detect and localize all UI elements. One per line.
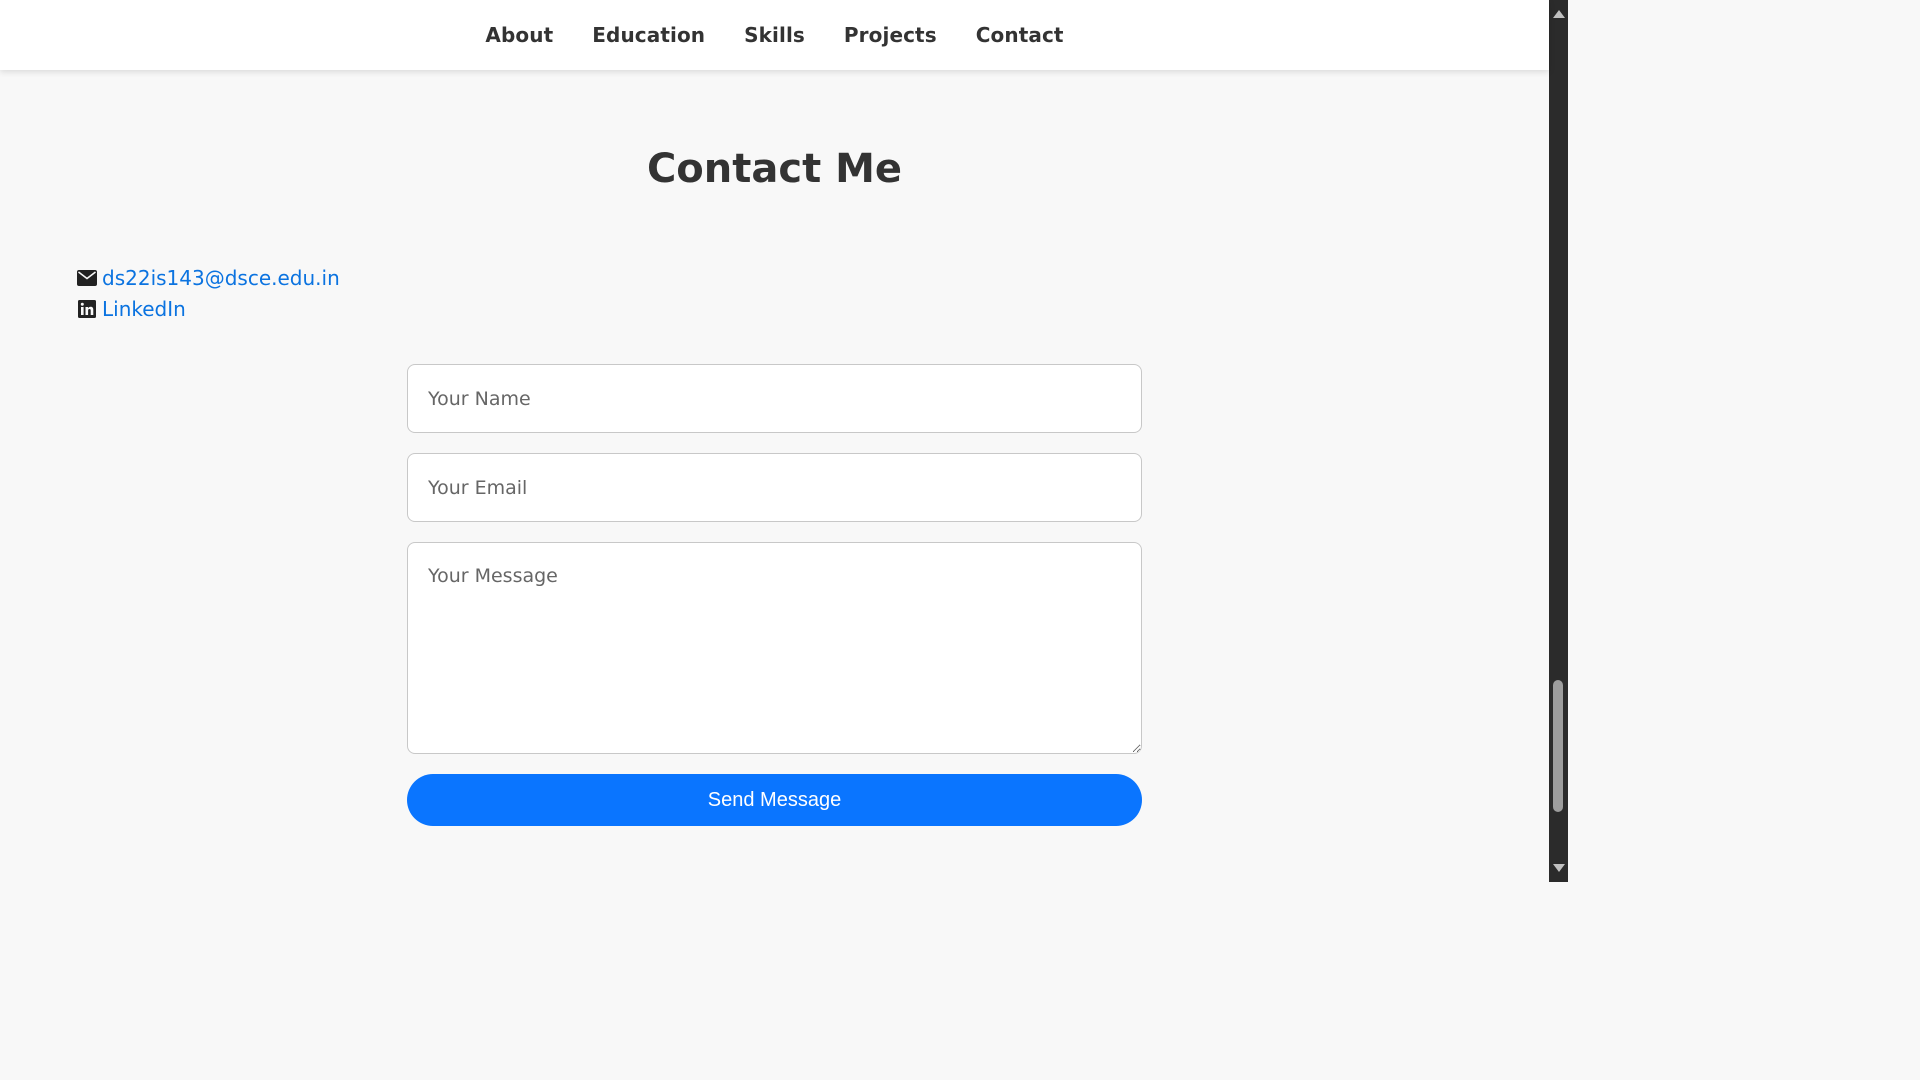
send-message-button[interactable]: Send Message (407, 774, 1142, 826)
linkedin-link[interactable]: LinkedIn (102, 297, 186, 321)
scroll-down-arrow-icon[interactable] (1553, 864, 1565, 872)
page: About Education Skills Projects Contact … (0, 0, 1549, 882)
name-input[interactable] (407, 364, 1142, 433)
section-title: Contact Me (646, 146, 903, 192)
linkedin-icon (77, 299, 97, 319)
nav-link-projects[interactable]: Projects (844, 23, 937, 47)
top-navbar: About Education Skills Projects Contact (0, 0, 1549, 70)
nav-link-skills[interactable]: Skills (744, 23, 805, 47)
scroll-up-arrow-icon[interactable] (1553, 10, 1565, 18)
nav-link-about[interactable]: About (485, 23, 553, 47)
linkedin-row: LinkedIn (77, 293, 340, 324)
envelope-icon (77, 268, 97, 288)
vertical-scrollbar[interactable] (1549, 0, 1568, 882)
contact-info: ds22is143@dsce.edu.in LinkedIn (77, 262, 340, 324)
nav-link-education[interactable]: Education (592, 23, 705, 47)
message-textarea[interactable] (407, 542, 1142, 754)
email-row: ds22is143@dsce.edu.in (77, 262, 340, 293)
scroll-thumb[interactable] (1553, 680, 1563, 812)
email-link[interactable]: ds22is143@dsce.edu.in (102, 266, 340, 290)
contact-form: Send Message (407, 364, 1142, 826)
nav-link-contact[interactable]: Contact (976, 23, 1064, 47)
email-input[interactable] (407, 453, 1142, 522)
